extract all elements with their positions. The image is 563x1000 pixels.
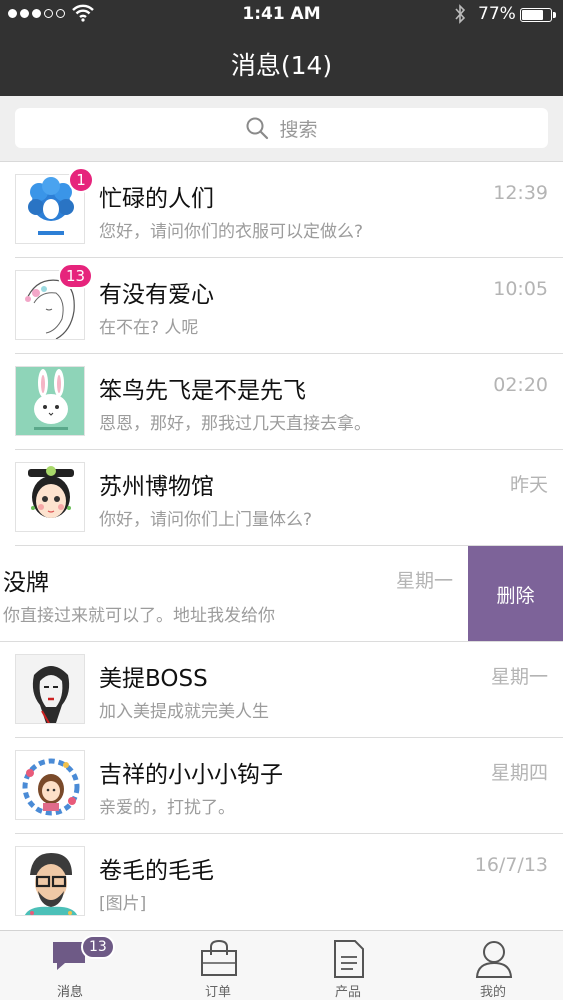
tab-orders[interactable]: 订单 xyxy=(148,931,288,1000)
contact-name: 美提BOSS xyxy=(99,666,208,692)
message-preview: 您好，请问你们的衣服可以定做么? xyxy=(99,222,364,242)
avatar xyxy=(15,846,85,916)
contact-name: 卷毛的毛毛 xyxy=(99,858,214,884)
contact-name: 苏州博物馆 xyxy=(99,474,214,500)
message-time: 12:39 xyxy=(493,182,548,204)
contact-name: 吉祥的小小小钩子 xyxy=(99,762,283,788)
page-title: 消息(14) xyxy=(230,51,333,80)
message-preview: 你直接过来就可以了。地址我发给你 xyxy=(3,606,275,626)
document-icon xyxy=(334,940,364,978)
conversation-row[interactable]: 美提BOSS 加入美提成就完美人生 星期一 xyxy=(0,642,563,738)
delete-button[interactable]: 删除 xyxy=(468,546,563,642)
tab-messages[interactable]: 13 消息 xyxy=(0,931,140,1000)
navigation-bar: 1:41 AM 77% 消息(14) xyxy=(0,0,563,96)
message-time: 星期一 xyxy=(490,666,548,688)
message-time: 02:20 xyxy=(493,374,548,396)
battery-percentage: 77% xyxy=(478,4,516,24)
tab-me[interactable]: 我的 xyxy=(423,931,563,1000)
message-preview: 恩恩，那好，那我过几天直接去拿。 xyxy=(99,414,371,434)
contact-name: 笨鸟先飞是不是先飞 xyxy=(99,378,306,404)
unread-badge: 13 xyxy=(58,263,94,289)
message-time: 星期一 xyxy=(395,570,453,592)
avatar xyxy=(15,462,85,532)
contact-name: 有没有爱心 xyxy=(99,282,214,308)
conversation-row[interactable]: 笨鸟先飞是不是先飞 恩恩，那好，那我过几天直接去拿。 02:20 xyxy=(0,354,563,450)
contact-name: 忙碌的人们 xyxy=(99,186,214,212)
tab-unread-badge: 13 xyxy=(81,935,115,959)
shopping-bag-icon xyxy=(201,939,237,976)
unread-badge: 1 xyxy=(68,167,94,193)
status-bar: 1:41 AM 77% xyxy=(0,0,563,30)
search-area: 搜索 xyxy=(0,96,563,162)
conversation-row[interactable]: 吉祥的小小小钩子 亲爱的，打扰了。 星期四 xyxy=(0,738,563,834)
message-time: 10:05 xyxy=(493,278,548,300)
message-preview: [图片] xyxy=(99,894,147,914)
tab-label: 订单 xyxy=(204,985,231,1000)
tab-label: 消息 xyxy=(56,985,83,1000)
conversation-row[interactable]: 1 忙碌的人们 您好，请问你们的衣服可以定做么? 12:39 xyxy=(0,162,563,258)
message-time: 星期四 xyxy=(490,762,548,784)
bluetooth-icon xyxy=(455,4,466,24)
conversation-list: 1 忙碌的人们 您好，请问你们的衣服可以定做么? 12:39 13 有没有爱心 … xyxy=(0,162,563,930)
message-preview: 加入美提成就完美人生 xyxy=(99,702,269,722)
message-preview: 在不在? 人呢 xyxy=(99,318,199,338)
message-time: 16/7/13 xyxy=(474,854,548,876)
conversation-row-swiped[interactable]: 没牌 你直接过来就可以了。地址我发给你 星期一 删除 xyxy=(0,546,563,642)
tab-products[interactable]: 产品 xyxy=(278,931,418,1000)
tab-label: 我的 xyxy=(479,985,506,1000)
user-icon xyxy=(475,941,513,978)
search-icon xyxy=(246,117,269,140)
contact-name: 没牌 xyxy=(3,570,49,596)
avatar xyxy=(15,750,85,820)
battery-icon xyxy=(520,8,556,22)
message-preview: 你好，请问你们上门量体么? xyxy=(99,510,313,530)
conversation-row[interactable]: 苏州博物馆 你好，请问你们上门量体么? 昨天 xyxy=(0,450,563,546)
conversation-row[interactable]: 13 有没有爱心 在不在? 人呢 10:05 xyxy=(0,258,563,354)
search-placeholder: 搜索 xyxy=(279,118,318,141)
avatar xyxy=(15,366,85,436)
tab-label: 产品 xyxy=(334,985,361,1000)
conversation-row[interactable]: 卷毛的毛毛 [图片] 16/7/13 xyxy=(0,834,563,930)
message-preview: 亲爱的，打扰了。 xyxy=(99,798,235,818)
avatar xyxy=(15,654,85,724)
search-input[interactable]: 搜索 xyxy=(15,108,548,148)
tab-bar: 13 消息 订单 产品 我的 xyxy=(0,930,563,1000)
message-time: 昨天 xyxy=(509,474,548,496)
